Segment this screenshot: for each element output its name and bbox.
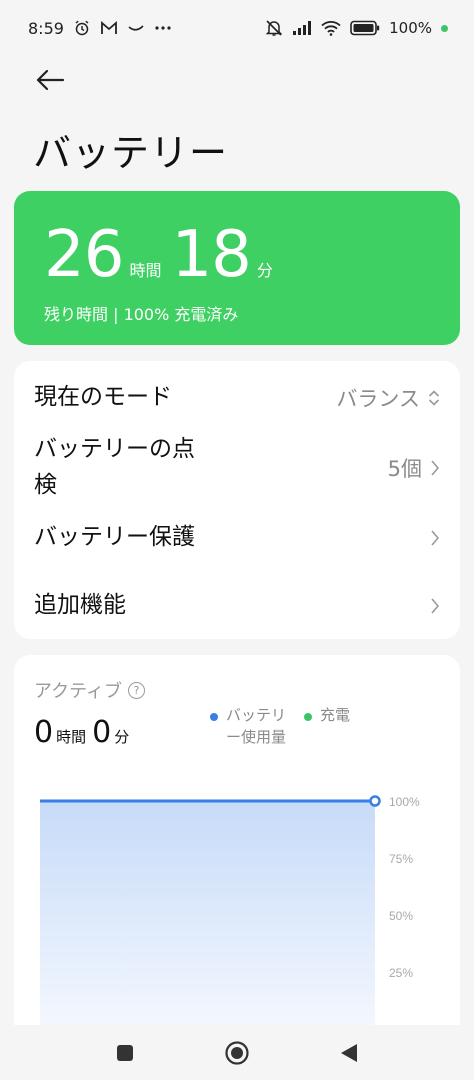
battery-check-label: バッテリーの点検 [34,436,195,498]
chart-legend: バッテリ ー使用量 充電 [210,705,350,749]
active-title: アクティブ [34,681,123,702]
legend-charge-dot [304,713,313,721]
more-icon [154,25,172,31]
chevron-right-icon [431,460,440,476]
gmail-icon [100,21,118,35]
remaining-minutes: 18 [171,218,251,292]
tilde-icon [128,23,144,33]
legend-charge: 充電 [304,705,350,749]
active-usage-card: アクティブ ? 0 時間 0 分 バッテリ ー使用量 充電 100% 75% 50% 2… [14,655,460,1025]
battery-usage-chart: 100% 75% 50% 25% [40,795,420,1025]
y-tick-label: 50% [389,909,413,923]
legend-charge-label: 充電 [320,706,351,724]
battery-percent: 100% [389,19,432,37]
home-button[interactable] [222,1038,252,1068]
recent-apps-icon [117,1044,133,1061]
battery-remaining-card: 26 時間 18 分 残り時間 | 100% 充電済み [14,191,460,345]
mute-icon [265,19,283,37]
battery-check-row[interactable]: バッテリーの点検 5個 [14,431,460,505]
arrow-left-icon [36,69,65,91]
help-icon[interactable]: ? [128,681,146,699]
current-mode-value: バランス [336,387,420,411]
signal-icon [292,20,312,36]
current-mode-row[interactable]: 現在のモード バランス [14,376,460,420]
charging-dot [441,24,448,32]
active-minutes: 0 [92,715,112,750]
minutes-unit: 分 [256,261,273,280]
extra-features-row[interactable]: 追加機能 [14,584,460,628]
chevron-updown-icon [428,390,440,406]
settings-card: 現在のモード バランス バッテリーの点検 5個 バッテリー保護 追加機能 [14,361,460,639]
home-icon [225,1040,249,1065]
current-mode-label: 現在のモード [34,384,172,411]
y-tick-label: 75% [389,852,413,866]
wifi-icon [321,20,341,36]
battery-check-count: 5個 [387,457,422,481]
nav-bar [0,1025,474,1080]
remaining-subtitle: 残り時間 | 100% 充電済み [44,305,239,324]
back-triangle-icon [341,1043,357,1062]
status-bar: 8:59 100% [0,0,474,56]
back-button[interactable] [30,62,70,98]
alarm-icon [74,20,90,36]
hours-unit: 時間 [129,261,162,280]
status-time: 8:59 [28,18,64,38]
recent-apps-button[interactable] [110,1038,140,1068]
battery-protect-label: バッテリー保護 [34,524,195,551]
back-nav-button[interactable] [334,1038,364,1068]
legend-usage-dot [210,713,218,721]
active-time: 0 時間 0 分 [34,715,135,750]
usage-end-point [369,795,381,807]
y-tick-label: 25% [389,966,413,980]
legend-usage-label: バッテリ ー使用量 [226,706,287,746]
battery-protect-row[interactable]: バッテリー保護 [14,516,460,560]
battery-icon [350,20,380,36]
page-title: バッテリー [33,131,229,175]
chevron-right-icon [431,530,440,546]
active-hours: 0 [34,715,54,750]
extra-features-label: 追加機能 [34,592,126,619]
y-tick-label: 100% [389,795,420,809]
usage-area [40,801,375,1025]
active-minutes-unit: 分 [114,728,130,746]
chevron-right-icon [431,598,440,614]
active-hours-unit: 時間 [56,728,87,746]
legend-usage: バッテリ ー使用量 [210,705,286,749]
remaining-hours: 26 [44,218,124,292]
